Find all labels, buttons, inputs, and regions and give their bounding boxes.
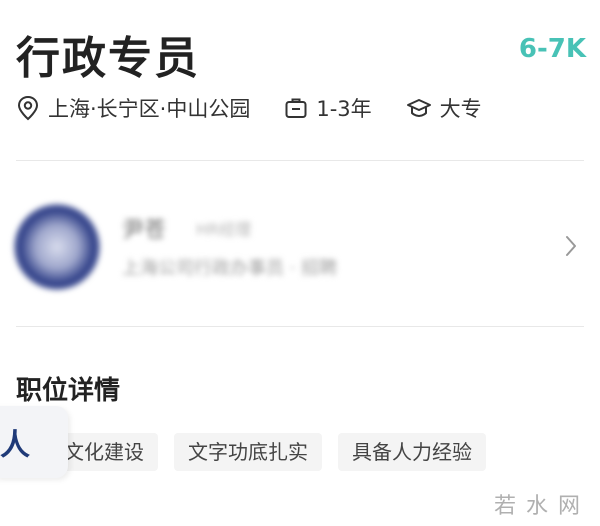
salary: 6-7K	[518, 34, 586, 64]
section-title: 职位详情	[16, 376, 121, 406]
tag-item: 文字功底扎实	[174, 433, 322, 471]
floating-card[interactable]: 人	[0, 406, 68, 478]
divider	[16, 160, 584, 161]
company-description: 上海公司行政办事员 · 招聘	[122, 258, 338, 279]
tag-list: 文化建设 文字功底扎实 具备人力经验	[58, 433, 502, 471]
education-text: 大专	[439, 97, 482, 121]
graduation-cap-icon	[406, 99, 431, 118]
tag-item: 文化建设	[58, 433, 158, 471]
briefcase-icon	[285, 98, 307, 118]
experience-item: 1-3年	[284, 93, 372, 123]
job-meta-row: 上海·长宁区·中山公园 1-3年 大专	[16, 92, 482, 124]
floating-card-label: 人	[0, 428, 30, 463]
tag-item: 具备人力经验	[338, 433, 486, 471]
recruiter-title: HR经理	[196, 220, 252, 239]
divider	[16, 326, 584, 327]
job-title: 行政专员	[16, 33, 200, 84]
company-card[interactable]: 尹苍 HR经理 上海公司行政办事员 · 招聘	[0, 180, 600, 300]
location-pin-icon	[17, 95, 39, 121]
chevron-right-icon[interactable]	[564, 234, 578, 258]
company-name: 尹苍	[122, 218, 167, 243]
location-item: 上海·长宁区·中山公园	[16, 93, 250, 123]
experience-text: 1-3年	[316, 97, 372, 121]
education-item: 大专	[406, 93, 482, 123]
location-text: 上海·长宁区·中山公园	[48, 97, 251, 121]
watermark: 若水网	[493, 494, 590, 519]
company-logo	[14, 204, 100, 290]
